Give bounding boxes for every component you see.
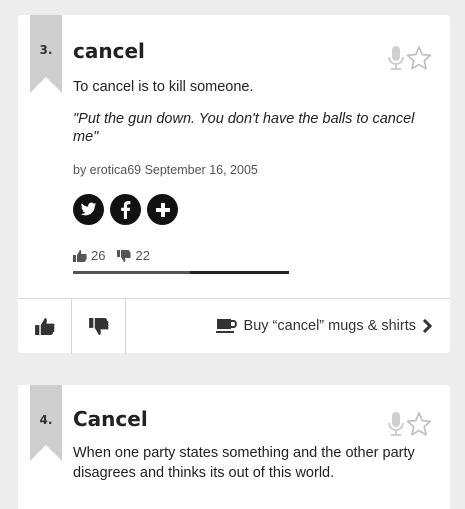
buy-merch-link[interactable]: Buy “cancel” mugs & shirts — [126, 299, 450, 353]
vote-ratio-up-fill — [73, 271, 190, 274]
rank-ribbon: 3. — [30, 15, 62, 93]
definition-example: "Put the gun down. You don't have the ba… — [73, 111, 415, 145]
share-buttons — [73, 194, 178, 225]
thumbs-up-icon — [34, 318, 55, 335]
vote-counts: 26 22 — [73, 248, 150, 263]
star-outline-icon[interactable] — [406, 45, 432, 71]
vote-ratio-bar — [73, 271, 289, 274]
upvote-button[interactable] — [18, 299, 72, 354]
plus-icon — [155, 202, 170, 217]
thumbs-down-count: 22 — [117, 248, 150, 263]
contributor-line[interactable]: by erotica69 September 16, 2005 — [73, 163, 258, 177]
definition-card: 4. Cancel When one party states somethin… — [18, 385, 450, 509]
rank-number: 3. — [39, 43, 53, 57]
facebook-icon — [121, 200, 131, 219]
twitter-share-button[interactable] — [73, 194, 104, 225]
thumbs-down-icon — [117, 249, 132, 262]
chevron-right-icon — [422, 319, 432, 333]
thumbs-down-icon — [88, 318, 109, 335]
downvote-button[interactable] — [72, 299, 126, 354]
thumbs-up-value: 26 — [91, 248, 106, 263]
thumbs-up-count: 26 — [73, 248, 105, 263]
microphone-icon[interactable] — [386, 45, 406, 71]
star-outline-icon[interactable] — [406, 411, 432, 437]
twitter-icon — [80, 202, 97, 216]
card-footer: Buy “cancel” mugs & shirts — [18, 298, 450, 354]
buy-merch-label: Buy “cancel” mugs & shirts — [243, 318, 416, 334]
microphone-icon[interactable] — [386, 411, 406, 437]
word-link[interactable]: cancel — [73, 39, 145, 63]
definition-card: 3. cancel To cancel is to kill someone. … — [18, 15, 450, 354]
word-link[interactable]: Cancel — [73, 407, 148, 431]
mug-icon — [215, 319, 237, 333]
more-share-button[interactable] — [147, 194, 178, 225]
rank-ribbon: 4. — [30, 385, 62, 461]
facebook-share-button[interactable] — [110, 194, 141, 225]
rank-number: 4. — [39, 413, 53, 427]
thumbs-down-value: 22 — [135, 248, 150, 263]
thumbs-up-icon — [73, 249, 87, 262]
definition-meaning: To cancel is to kill someone. — [73, 79, 254, 95]
definition-meaning: When one party states something and the … — [73, 445, 415, 481]
